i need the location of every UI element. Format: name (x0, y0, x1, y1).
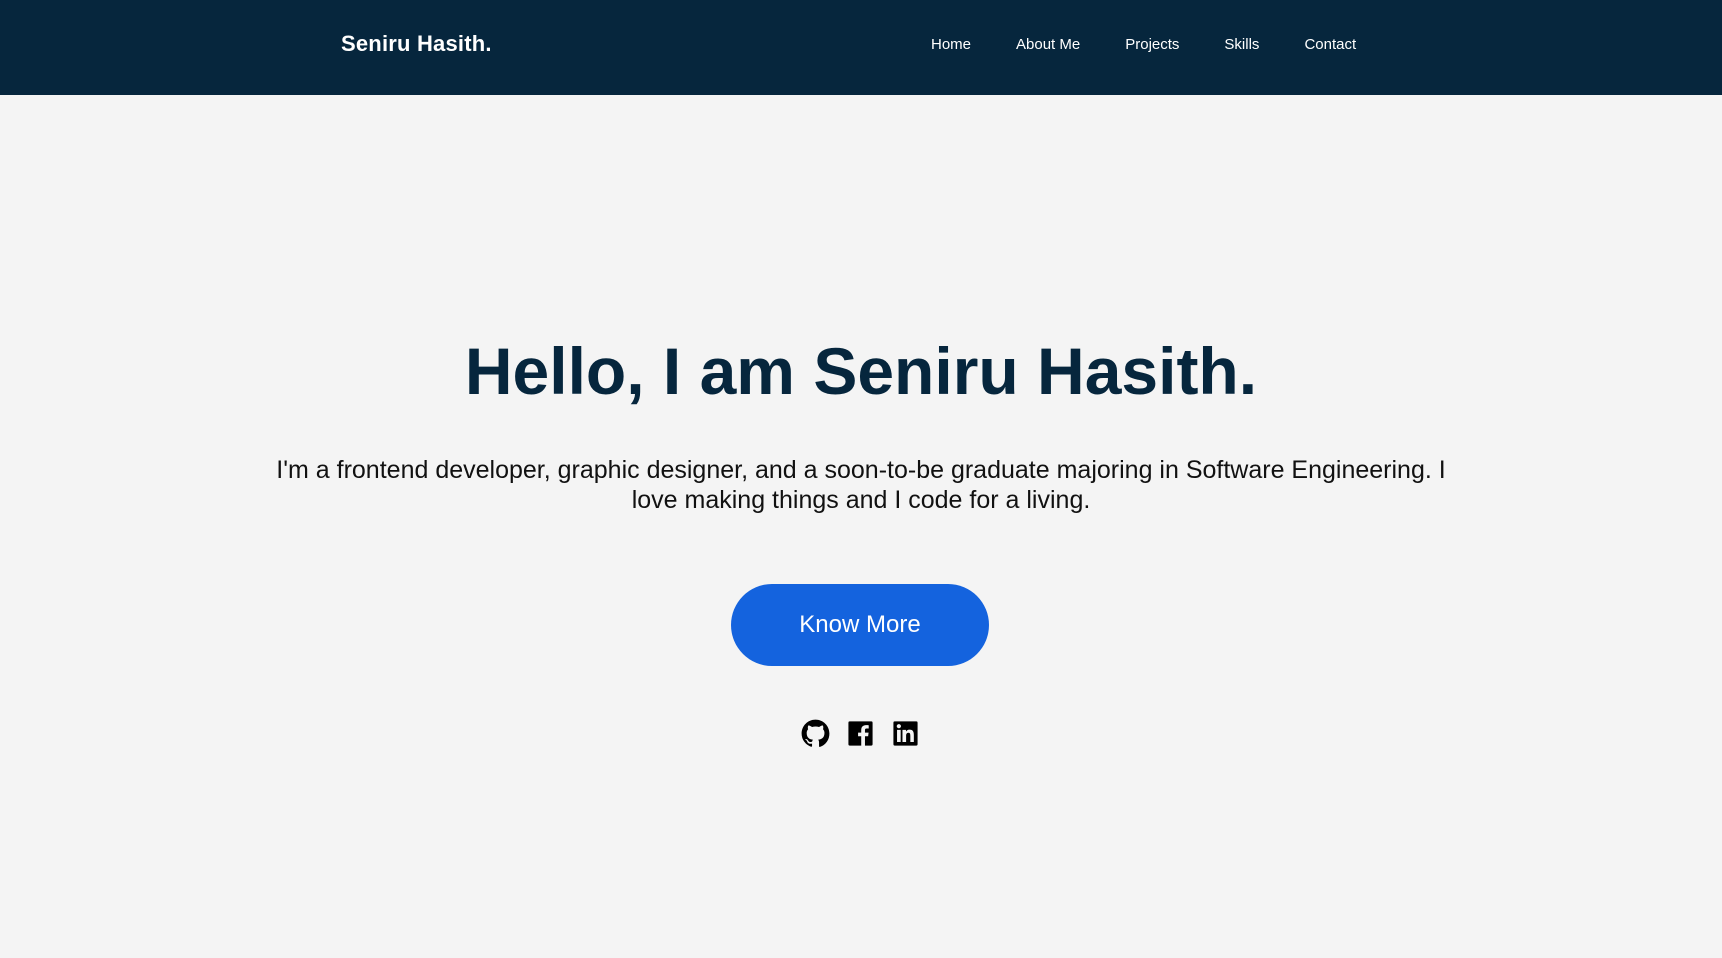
nav-link-contact[interactable]: Contact (1304, 36, 1356, 53)
nav-link-projects[interactable]: Projects (1125, 36, 1179, 53)
github-icon[interactable] (801, 719, 830, 748)
nav-link-home[interactable]: Home (931, 36, 971, 53)
hero-section: Hello, I am Seniru Hasith. I'm a fronten… (0, 95, 1722, 958)
nav-link-about-me[interactable]: About Me (1016, 36, 1080, 53)
nav-link-skills[interactable]: Skills (1224, 36, 1259, 53)
hero-description: I'm a frontend developer, graphic design… (276, 456, 1446, 514)
hero-title: Hello, I am Seniru Hasith. (464, 334, 1258, 408)
nav-menu: Home About Me Projects Skills Contact (931, 36, 1356, 53)
know-more-button[interactable]: Know More (731, 584, 989, 666)
social-links (801, 719, 920, 748)
linkedin-icon[interactable] (891, 719, 920, 748)
facebook-icon[interactable] (846, 719, 875, 748)
navbar: Seniru Hasith. Home About Me Projects Sk… (0, 0, 1722, 95)
brand-logo[interactable]: Seniru Hasith. (341, 31, 492, 57)
